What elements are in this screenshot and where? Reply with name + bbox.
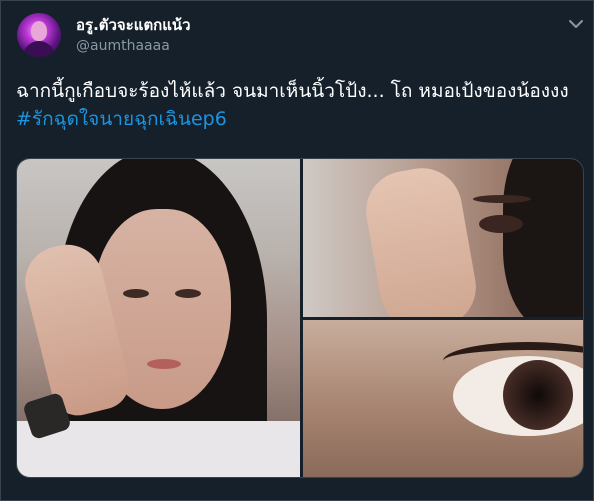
avatar-shoulders: [23, 41, 55, 57]
photo-eye-closeup[interactable]: [303, 320, 583, 477]
photo-eye-left: [123, 289, 149, 298]
tweet-text: ฉากนี้กูเกือบจะร้องไห้แล้ว จนมาเห็นนิ้วโ…: [16, 77, 584, 133]
avatar-face: [31, 21, 47, 41]
user-handle[interactable]: @aumthaaaa: [76, 37, 170, 55]
hashtag-link[interactable]: #รักฉุดใจนายฉุกเฉินep6: [16, 108, 227, 130]
photo-crying-woman[interactable]: [17, 159, 300, 477]
photo-eye: [479, 215, 523, 233]
chevron-down-icon[interactable]: [567, 17, 585, 31]
tweet-card: อรู.ตัวจะแตกแน้ว @aumthaaaa ฉากนี้กูเกือ…: [0, 0, 594, 501]
photo-hair: [503, 159, 583, 317]
tweet-body: ฉากนี้กูเกือบจะร้องไห้แล้ว จนมาเห็นนิ้วโ…: [16, 80, 569, 102]
display-name[interactable]: อรู.ตัวจะแตกแน้ว: [76, 15, 191, 35]
photo-hand: [359, 161, 483, 317]
photo-thumb-closeup[interactable]: [303, 159, 583, 317]
photo-lashes: [443, 342, 583, 380]
photo-brow: [473, 195, 531, 203]
photo-eye-right: [175, 289, 201, 298]
photo-mouth: [147, 359, 181, 369]
avatar[interactable]: [17, 13, 61, 57]
media-grid: [16, 158, 584, 478]
